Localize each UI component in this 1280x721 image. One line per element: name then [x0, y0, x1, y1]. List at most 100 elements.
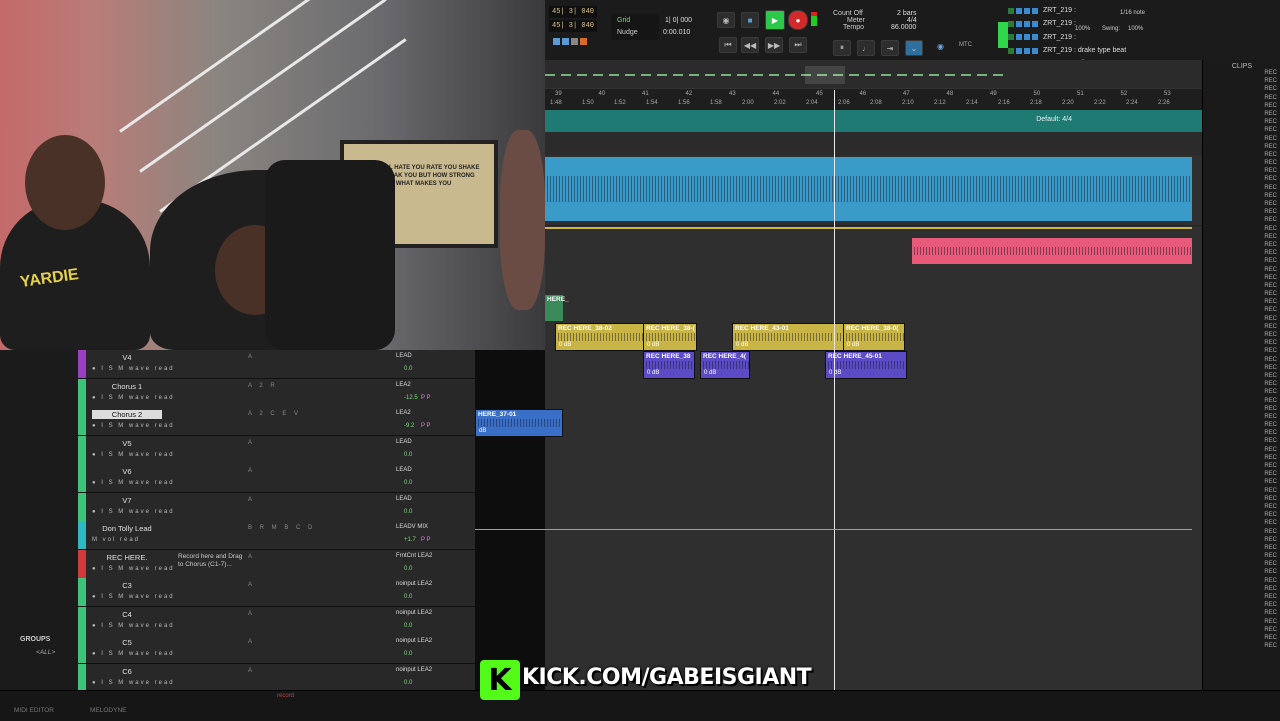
- io-selector[interactable]: noinput LEA2: [396, 667, 432, 673]
- clip-list-item[interactable]: REC: [1203, 70, 1280, 78]
- click-icon[interactable]: ♩: [857, 40, 875, 56]
- clip-list-item[interactable]: REC: [1203, 496, 1280, 504]
- clip-list-item[interactable]: REC: [1203, 78, 1280, 86]
- track-name[interactable]: C5: [92, 638, 162, 647]
- clip-list-item[interactable]: REC: [1203, 610, 1280, 618]
- clip-list-item[interactable]: REC: [1203, 406, 1280, 414]
- play-button[interactable]: ▶: [765, 10, 785, 30]
- clip-list-item[interactable]: REC: [1203, 635, 1280, 643]
- clip-list-item[interactable]: REC: [1203, 234, 1280, 242]
- clip-list-item[interactable]: REC: [1203, 422, 1280, 430]
- return-to-zero-icon[interactable]: ⏮: [719, 37, 737, 53]
- clip-list-item[interactable]: REC: [1203, 340, 1280, 348]
- rec-here-clip[interactable]: HERE_: [545, 295, 569, 321]
- clip-list-item[interactable]: REC: [1203, 627, 1280, 635]
- tempo-label[interactable]: Tempo: [843, 24, 864, 31]
- track-buttons[interactable]: ● I S M wave read: [92, 452, 175, 458]
- meter-value[interactable]: 4/4: [907, 17, 917, 24]
- chorus-take-clip[interactable]: REC HERE_4(0 dB: [700, 351, 750, 379]
- chorus-take-clip[interactable]: REC HERE_45-01 0 dB: [825, 351, 907, 379]
- volume-readout[interactable]: 0.0: [404, 509, 412, 515]
- track-name[interactable]: V6: [92, 467, 162, 476]
- clip-list-item[interactable]: REC: [1203, 103, 1280, 111]
- volume-readout[interactable]: -9.2: [404, 423, 414, 429]
- clip-list-item[interactable]: REC: [1203, 357, 1280, 365]
- clip-list-item[interactable]: REC: [1203, 447, 1280, 455]
- fast-forward-icon[interactable]: ▶▶: [765, 37, 783, 53]
- clip-list-item[interactable]: REC: [1203, 86, 1280, 94]
- track-buttons[interactable]: ● I S M wave read: [92, 366, 175, 372]
- clip-list-item[interactable]: REC: [1203, 209, 1280, 217]
- track-buttons[interactable]: ● I S M wave read: [92, 623, 175, 629]
- io-selector[interactable]: noinput LEA2: [396, 581, 432, 587]
- beat-audio-clip[interactable]: [545, 157, 1192, 221]
- chorus2-clip[interactable]: HERE_37-01 dB: [475, 409, 563, 437]
- clip-list-item[interactable]: REC: [1203, 602, 1280, 610]
- clip-list-item[interactable]: REC: [1203, 529, 1280, 537]
- track-buttons[interactable]: ● I S M wave read: [92, 480, 175, 486]
- volume-readout[interactable]: 0.0: [404, 651, 412, 657]
- clip-list-item[interactable]: REC: [1203, 267, 1280, 275]
- clip-list-item[interactable]: REC: [1203, 520, 1280, 528]
- nudge-value[interactable]: 0:00.010: [663, 29, 690, 36]
- volume-readout[interactable]: +1.7: [404, 537, 416, 543]
- melodyne-tab[interactable]: MELODYNE: [90, 707, 126, 714]
- playhead[interactable]: [834, 90, 835, 690]
- track-buttons[interactable]: ● I S M wave read: [92, 509, 175, 515]
- nudge-label[interactable]: Nudge: [617, 29, 638, 36]
- insert-slots[interactable]: A 2 C E V: [248, 411, 301, 417]
- record-button[interactable]: ●: [788, 10, 808, 30]
- count-off-bars[interactable]: 2 bars: [897, 10, 916, 17]
- clip-list-item[interactable]: REC: [1203, 389, 1280, 397]
- volume-readout[interactable]: 0.0: [404, 623, 412, 629]
- clip-list-item[interactable]: REC: [1203, 512, 1280, 520]
- clip-list-item[interactable]: REC: [1203, 545, 1280, 553]
- rewind-icon[interactable]: ◀◀: [741, 37, 759, 53]
- sync-icon[interactable]: ◉: [937, 42, 944, 51]
- clip-list-item[interactable]: REC: [1203, 250, 1280, 258]
- clip-list-item[interactable]: REC: [1203, 332, 1280, 340]
- clip-list-item[interactable]: REC: [1203, 643, 1280, 651]
- clip-list-item[interactable]: REC: [1203, 578, 1280, 586]
- clip-list-item[interactable]: REC: [1203, 316, 1280, 324]
- clip-list-item[interactable]: REC: [1203, 463, 1280, 471]
- clip-list-item[interactable]: REC: [1203, 242, 1280, 250]
- track-name[interactable]: REC HERE.: [92, 553, 162, 562]
- track-header[interactable]: Chorus 1 ● I S M wave read A 2 R LEA2 -12.5 P…: [78, 378, 475, 408]
- clip-list-item[interactable]: REC: [1203, 299, 1280, 307]
- clip-list-item[interactable]: REC: [1203, 365, 1280, 373]
- clip-list-item[interactable]: REC: [1203, 348, 1280, 356]
- volume-readout[interactable]: 0.0: [404, 480, 412, 486]
- io-selector[interactable]: LEAD: [396, 353, 412, 359]
- track-name[interactable]: Chorus 1: [92, 382, 162, 391]
- volume-readout[interactable]: 0.0: [404, 680, 412, 686]
- vocal-take-clip[interactable]: REC HERE_38-02 0 dB: [555, 323, 645, 351]
- clip-list-item[interactable]: REC: [1203, 471, 1280, 479]
- track-header[interactable]: REC HERE. ● I S M wave read A FrntCnt LEA2 0…: [78, 549, 475, 579]
- clip-list-item[interactable]: REC: [1203, 430, 1280, 438]
- clip-list-item[interactable]: REC: [1203, 381, 1280, 389]
- clip-list-item[interactable]: REC: [1203, 455, 1280, 463]
- track-list-item[interactable]: ZRT_219 : drake type beat: [1008, 44, 1158, 57]
- track-name[interactable]: V5: [92, 439, 162, 448]
- vocal-take-clip[interactable]: REC HERE_38-(0 dB: [643, 323, 697, 351]
- clip-list-item[interactable]: REC: [1203, 95, 1280, 103]
- clip-list-item[interactable]: REC: [1203, 307, 1280, 315]
- groups-all[interactable]: <ALL>: [36, 649, 55, 656]
- clip-list-item[interactable]: REC: [1203, 152, 1280, 160]
- grid-value[interactable]: 1| 0| 000: [665, 17, 692, 24]
- clip-list-item[interactable]: REC: [1203, 438, 1280, 446]
- clip-list-item[interactable]: REC: [1203, 160, 1280, 168]
- clip-list-item[interactable]: REC: [1203, 275, 1280, 283]
- track-buttons[interactable]: ● I S M wave read: [92, 651, 175, 657]
- grid-label[interactable]: Grid: [617, 17, 630, 24]
- pan-readout[interactable]: P P: [421, 423, 431, 429]
- wait-for-note-icon[interactable]: ⏸: [833, 40, 851, 56]
- vocal-take-clip[interactable]: REC HERE_43-01 0 dB: [732, 323, 844, 351]
- clip-list-item[interactable]: REC: [1203, 398, 1280, 406]
- insert-slots[interactable]: A: [248, 497, 255, 503]
- insert-slots[interactable]: A: [248, 639, 255, 645]
- io-selector[interactable]: LEA2: [396, 410, 411, 416]
- clip-list-item[interactable]: REC: [1203, 569, 1280, 577]
- clip-list-item[interactable]: REC: [1203, 324, 1280, 332]
